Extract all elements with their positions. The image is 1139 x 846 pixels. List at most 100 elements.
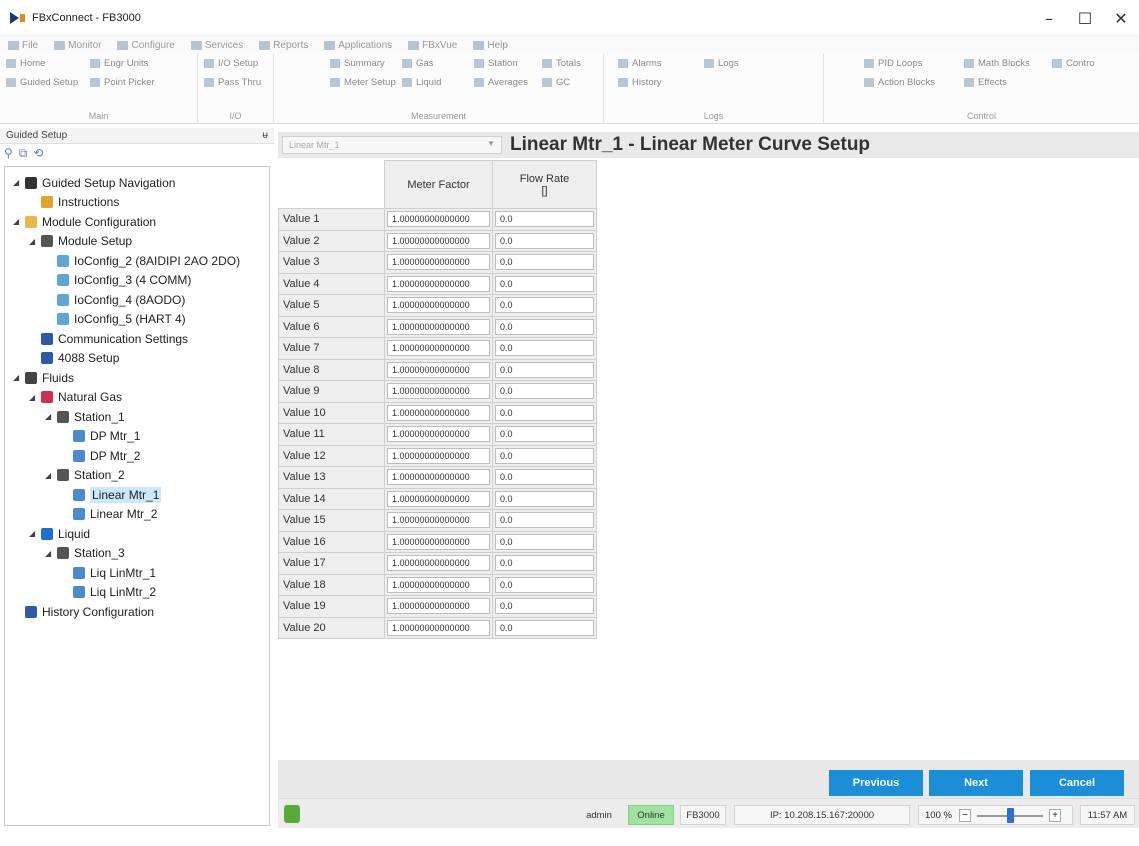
flow-rate-input[interactable]: 0.0 <box>495 490 594 507</box>
ribbon-gas-button[interactable]: Gas <box>402 58 433 69</box>
ribbon-logs-button[interactable]: Logs <box>704 58 739 69</box>
flow-rate-input[interactable]: 0.0 <box>495 469 594 486</box>
flow-rate-input[interactable]: 0.0 <box>495 598 594 615</box>
flow-rate-input[interactable]: 0.0 <box>495 619 594 636</box>
meter-factor-input[interactable]: 1.00000000000000 <box>387 297 490 314</box>
tree-node[interactable]: Linear Mtr_1 <box>5 485 269 505</box>
flow-rate-input[interactable]: 0.0 <box>495 512 594 529</box>
tree-node[interactable]: ◢ Liquid <box>5 524 269 544</box>
refresh-icon[interactable]: ⟲ <box>33 146 43 160</box>
flow-rate-input[interactable]: 0.0 <box>495 426 594 443</box>
collapse-arrow-icon[interactable]: ◢ <box>13 178 23 187</box>
meter-factor-input[interactable]: 1.00000000000000 <box>387 576 490 593</box>
ribbon-control-button[interactable]: Contro <box>1052 58 1095 69</box>
tree-node[interactable]: ◢ Natural Gas <box>5 388 269 408</box>
ribbon-effects-button[interactable]: Effects <box>964 77 1007 88</box>
tree-node[interactable]: Linear Mtr_2 <box>5 505 269 525</box>
flow-rate-input[interactable]: 0.0 <box>495 340 594 357</box>
tree-node[interactable]: ◢ Station_2 <box>5 466 269 486</box>
expand-all-icon[interactable]: ⧉ <box>19 146 28 161</box>
meter-factor-input[interactable]: 1.00000000000000 <box>387 512 490 529</box>
ribbon-alarms-button[interactable]: Alarms <box>618 58 662 69</box>
tree-node[interactable]: ◢ Module Setup <box>5 232 269 252</box>
ribbon-point-picker-button[interactable]: Point Picker <box>90 77 155 88</box>
menu-fbxvue[interactable]: FBxVue <box>408 40 457 51</box>
collapse-arrow-icon[interactable]: ◢ <box>29 393 39 402</box>
collapse-arrow-icon[interactable]: ◢ <box>45 471 55 480</box>
minimize-button[interactable]: – <box>1031 0 1067 36</box>
ribbon-pid-loops-button[interactable]: PID Loops <box>864 58 922 69</box>
ribbon-action-blocks-button[interactable]: Action Blocks <box>864 77 935 88</box>
ribbon-averages-button[interactable]: Averages <box>474 77 528 88</box>
ribbon-meter-setup-button[interactable]: Meter Setup <box>330 77 396 88</box>
tree-node[interactable]: IoConfig_5 (HART 4) <box>5 310 269 330</box>
meter-factor-input[interactable]: 1.00000000000000 <box>387 340 490 357</box>
flow-rate-input[interactable]: 0.0 <box>495 232 594 249</box>
menu-reports[interactable]: Reports <box>259 40 308 51</box>
ribbon-home-button[interactable]: Home <box>6 58 45 69</box>
collapse-arrow-icon[interactable]: ◢ <box>29 237 39 246</box>
tree-node[interactable]: Liq LinMtr_1 <box>5 563 269 583</box>
ribbon-guided-setup-button[interactable]: Guided Setup <box>6 77 78 88</box>
ribbon-pass-thru-button[interactable]: Pass Thru <box>204 77 261 88</box>
maximize-button[interactable]: ☐ <box>1067 0 1103 36</box>
flow-rate-input[interactable]: 0.0 <box>495 297 594 314</box>
ribbon-station-button[interactable]: Station <box>474 58 518 69</box>
ribbon-io-setup-button[interactable]: I/O Setup <box>204 58 258 69</box>
zoom-in-button[interactable]: + <box>1049 809 1061 822</box>
tree-node[interactable]: IoConfig_4 (8AODO) <box>5 290 269 310</box>
tree-node[interactable]: ◢ Fluids <box>5 368 269 388</box>
meter-factor-input[interactable]: 1.00000000000000 <box>387 447 490 464</box>
tree-node[interactable]: Communication Settings <box>5 329 269 349</box>
meter-factor-input[interactable]: 1.00000000000000 <box>387 404 490 421</box>
search-icon[interactable]: ⚲ <box>4 146 13 160</box>
menu-file[interactable]: File <box>8 40 38 51</box>
zoom-slider-thumb[interactable] <box>1007 808 1014 823</box>
tree-node[interactable]: History Configuration <box>5 602 269 622</box>
ribbon-totals-button[interactable]: Totals <box>542 58 581 69</box>
meter-factor-input[interactable]: 1.00000000000000 <box>387 211 490 228</box>
meter-factor-input[interactable]: 1.00000000000000 <box>387 469 490 486</box>
collapse-arrow-icon[interactable]: ◢ <box>29 529 39 538</box>
meter-factor-input[interactable]: 1.00000000000000 <box>387 490 490 507</box>
next-button[interactable]: Next <box>929 770 1023 796</box>
menu-services[interactable]: Services <box>190 40 243 51</box>
tree-node[interactable]: Instructions <box>5 193 269 213</box>
collapse-arrow-icon[interactable]: ◢ <box>45 412 55 421</box>
ribbon-engr-units-button[interactable]: Engr Units <box>90 58 148 69</box>
tree-node[interactable]: IoConfig_3 (4 COMM) <box>5 271 269 291</box>
flow-rate-input[interactable]: 0.0 <box>495 533 594 550</box>
ribbon-math-blocks-button[interactable]: Math Blocks <box>964 58 1030 69</box>
ribbon-summary-button[interactable]: Summary <box>330 58 385 69</box>
tree-node[interactable]: ◢ Station_1 <box>5 407 269 427</box>
zoom-out-button[interactable]: − <box>959 809 971 822</box>
ribbon-gc-button[interactable]: GC <box>542 77 570 88</box>
tree-node[interactable]: ◢ Station_3 <box>5 544 269 564</box>
flow-rate-input[interactable]: 0.0 <box>495 447 594 464</box>
menu-monitor[interactable]: Monitor <box>54 40 101 51</box>
flow-rate-input[interactable]: 0.0 <box>495 254 594 271</box>
meter-factor-input[interactable]: 1.00000000000000 <box>387 383 490 400</box>
tree-node[interactable]: ◢ Guided Setup Navigation <box>5 173 269 193</box>
meter-factor-input[interactable]: 1.00000000000000 <box>387 533 490 550</box>
pin-icon[interactable]: ᵾ <box>263 130 268 141</box>
meter-factor-input[interactable]: 1.00000000000000 <box>387 232 490 249</box>
meter-factor-input[interactable]: 1.00000000000000 <box>387 619 490 636</box>
collapse-arrow-icon[interactable]: ◢ <box>13 373 23 382</box>
meter-factor-input[interactable]: 1.00000000000000 <box>387 361 490 378</box>
meter-factor-input[interactable]: 1.00000000000000 <box>387 254 490 271</box>
flow-rate-input[interactable]: 0.0 <box>495 318 594 335</box>
meter-selector-dropdown[interactable]: Linear Mtr_1 ▼ <box>282 136 502 154</box>
meter-factor-input[interactable]: 1.00000000000000 <box>387 426 490 443</box>
tree-node[interactable]: Liq LinMtr_2 <box>5 583 269 603</box>
flow-rate-input[interactable]: 0.0 <box>495 383 594 400</box>
menu-applications[interactable]: Applications <box>324 40 392 51</box>
flow-rate-input[interactable]: 0.0 <box>495 404 594 421</box>
flow-rate-input[interactable]: 0.0 <box>495 555 594 572</box>
tree-node[interactable]: DP Mtr_2 <box>5 446 269 466</box>
tree-node[interactable]: IoConfig_2 (8AIDIPI 2AO 2DO) <box>5 251 269 271</box>
menu-configure[interactable]: Configure <box>117 40 175 51</box>
flow-rate-input[interactable]: 0.0 <box>495 211 594 228</box>
meter-factor-input[interactable]: 1.00000000000000 <box>387 275 490 292</box>
meter-factor-input[interactable]: 1.00000000000000 <box>387 555 490 572</box>
